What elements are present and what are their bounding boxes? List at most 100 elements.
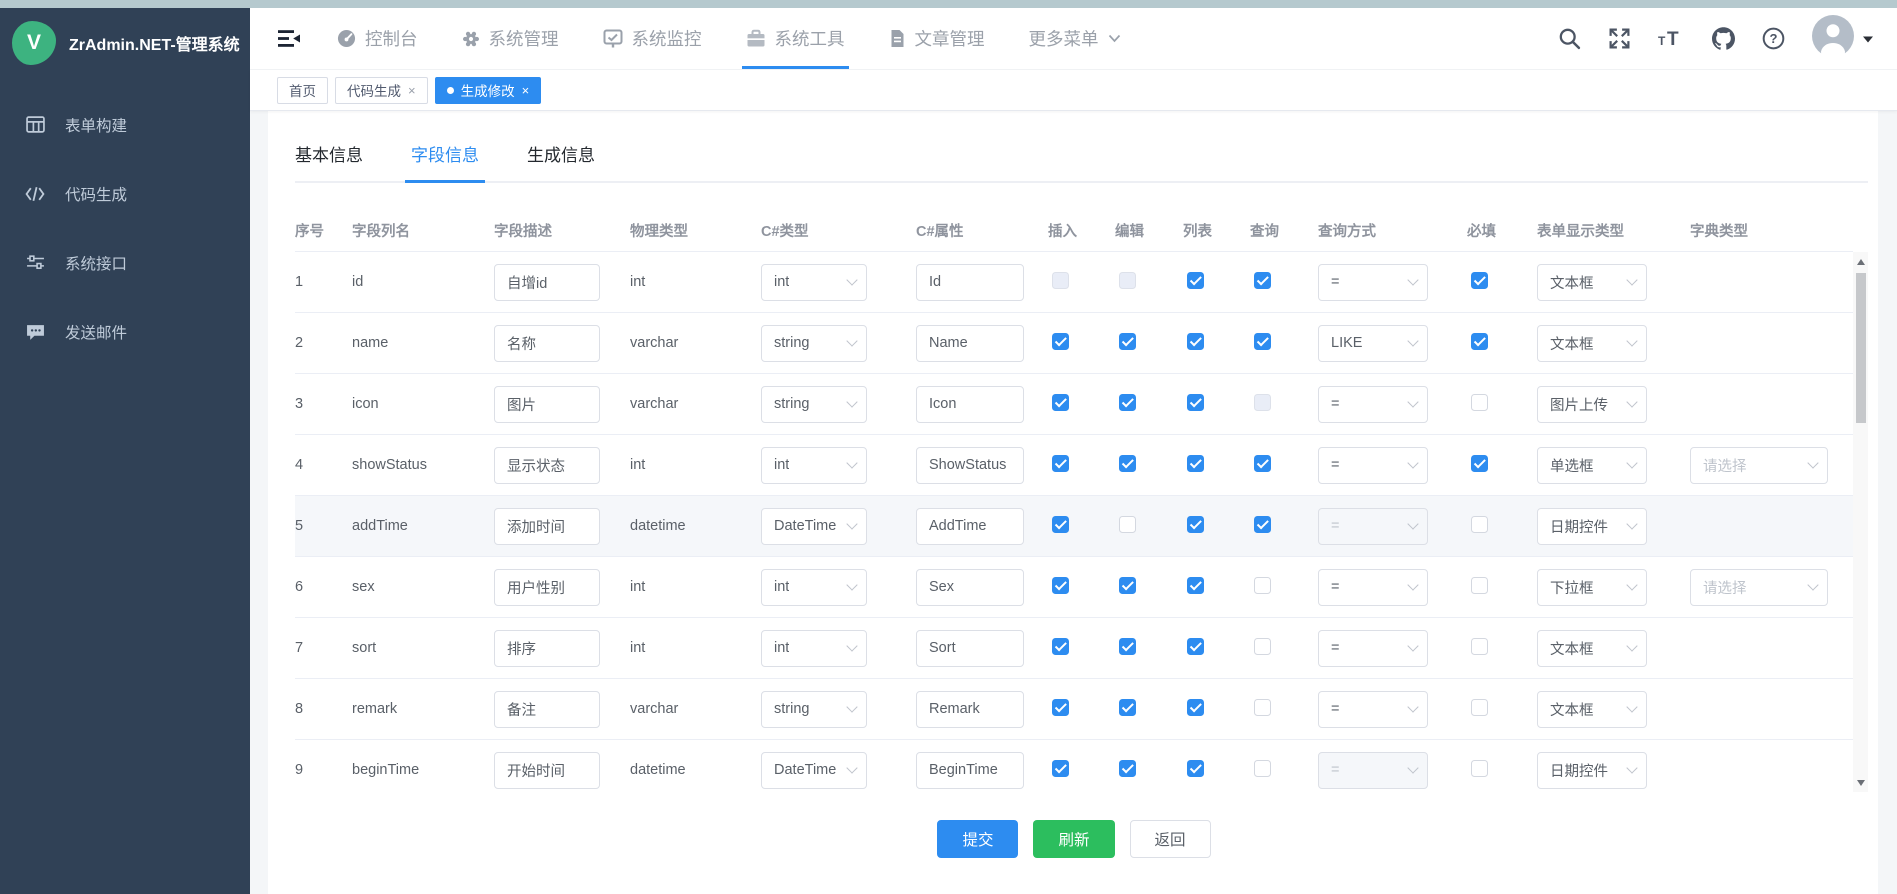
cs-property-input[interactable] [916,447,1024,484]
cs-type-select[interactable]: int [761,630,867,667]
insert-checkbox[interactable] [1052,638,1069,655]
cs-property-input[interactable] [916,691,1024,728]
form-tab-1[interactable]: 字段信息 [411,141,479,166]
edit-checkbox[interactable] [1119,455,1136,472]
app-logo[interactable]: V ZrAdmin.NET-管理系统 [0,8,250,74]
query-mode-select[interactable]: = [1318,447,1428,484]
edit-checkbox[interactable] [1119,272,1136,289]
nav-menu-more-menu[interactable]: 更多菜单 [1029,8,1121,69]
tag-chip-2[interactable]: 生成修改 × [435,77,542,104]
cs-type-select[interactable]: string [761,386,867,423]
edit-checkbox[interactable] [1119,638,1136,655]
cs-property-input[interactable] [916,630,1024,667]
required-checkbox[interactable] [1471,638,1488,655]
collapse-menu-icon[interactable] [278,29,301,48]
required-checkbox[interactable] [1471,272,1488,289]
font-size-icon[interactable]: TT [1658,28,1685,49]
html-type-select[interactable]: 日期控件 [1537,508,1647,545]
required-checkbox[interactable] [1471,699,1488,716]
column-desc-input[interactable] [494,691,600,728]
html-type-select[interactable]: 单选框 [1537,447,1647,484]
column-desc-input[interactable] [494,508,600,545]
list-checkbox[interactable] [1187,577,1204,594]
insert-checkbox[interactable] [1052,516,1069,533]
required-checkbox[interactable] [1471,516,1488,533]
nav-menu-system-manage[interactable]: 系统管理 [462,8,559,69]
nav-menu-console[interactable]: 控制台 [337,8,418,69]
edit-checkbox[interactable] [1119,333,1136,350]
query-mode-select[interactable]: = [1318,691,1428,728]
column-desc-input[interactable] [494,569,600,606]
required-checkbox[interactable] [1471,394,1488,411]
form-tab-0[interactable]: 基本信息 [295,141,363,166]
insert-checkbox[interactable] [1052,272,1069,289]
github-icon[interactable] [1712,27,1735,50]
nav-menu-system-monitor[interactable]: 系统监控 [603,8,702,69]
search-icon[interactable] [1558,27,1581,50]
sidebar-item-form-build[interactable]: 表单构建 [0,90,250,159]
cs-type-select[interactable]: DateTime [761,752,867,789]
cs-property-input[interactable] [916,508,1024,545]
html-type-select[interactable]: 日期控件 [1537,752,1647,789]
required-checkbox[interactable] [1471,760,1488,777]
column-desc-input[interactable] [494,386,600,423]
query-checkbox[interactable] [1254,638,1271,655]
insert-checkbox[interactable] [1052,760,1069,777]
edit-checkbox[interactable] [1119,394,1136,411]
required-checkbox[interactable] [1471,333,1488,350]
list-checkbox[interactable] [1187,333,1204,350]
user-avatar-menu[interactable] [1812,15,1873,62]
query-mode-select[interactable]: = [1318,752,1428,789]
insert-checkbox[interactable] [1052,455,1069,472]
html-type-select[interactable]: 图片上传 [1537,386,1647,423]
query-mode-select[interactable]: = [1318,264,1428,301]
success-button[interactable]: 刷新 [1033,820,1114,858]
dict-type-select[interactable]: 请选择 [1690,447,1828,484]
html-type-select[interactable]: 下拉框 [1537,569,1647,606]
required-checkbox[interactable] [1471,455,1488,472]
form-tab-2[interactable]: 生成信息 [527,141,595,166]
list-checkbox[interactable] [1187,394,1204,411]
close-icon[interactable]: × [522,84,530,97]
insert-checkbox[interactable] [1052,394,1069,411]
tag-chip-1[interactable]: 代码生成 × [335,77,428,104]
column-desc-input[interactable] [494,264,600,301]
default-button[interactable]: 返回 [1130,820,1211,858]
dict-type-select[interactable]: 请选择 [1690,569,1828,606]
list-checkbox[interactable] [1187,638,1204,655]
cs-type-select[interactable]: string [761,691,867,728]
query-checkbox[interactable] [1254,760,1271,777]
column-desc-input[interactable] [494,447,600,484]
edit-checkbox[interactable] [1119,760,1136,777]
fullscreen-icon[interactable] [1608,27,1631,50]
html-type-select[interactable]: 文本框 [1537,630,1647,667]
column-desc-input[interactable] [494,630,600,667]
primary-button[interactable]: 提交 [937,820,1018,858]
required-checkbox[interactable] [1471,577,1488,594]
sidebar-item-code-gen[interactable]: 代码生成 [0,159,250,228]
nav-menu-system-tools[interactable]: 系统工具 [746,8,845,69]
cs-property-input[interactable] [916,386,1024,423]
insert-checkbox[interactable] [1052,699,1069,716]
query-mode-select[interactable]: = [1318,630,1428,667]
cs-property-input[interactable] [916,752,1024,789]
close-icon[interactable]: × [408,84,416,97]
query-mode-select[interactable]: = [1318,569,1428,606]
cs-type-select[interactable]: int [761,569,867,606]
list-checkbox[interactable] [1187,455,1204,472]
list-checkbox[interactable] [1187,516,1204,533]
insert-checkbox[interactable] [1052,577,1069,594]
cs-type-select[interactable]: string [761,325,867,362]
list-checkbox[interactable] [1187,272,1204,289]
query-mode-select[interactable]: LIKE [1318,325,1428,362]
query-checkbox[interactable] [1254,394,1271,411]
list-checkbox[interactable] [1187,760,1204,777]
cs-property-input[interactable] [916,325,1024,362]
query-checkbox[interactable] [1254,455,1271,472]
query-checkbox[interactable] [1254,699,1271,716]
scroll-up-button[interactable] [1853,254,1868,269]
nav-menu-article-manage[interactable]: 文章管理 [889,8,985,69]
scrollbar-thumb[interactable] [1856,273,1866,423]
column-desc-input[interactable] [494,325,600,362]
html-type-select[interactable]: 文本框 [1537,325,1647,362]
